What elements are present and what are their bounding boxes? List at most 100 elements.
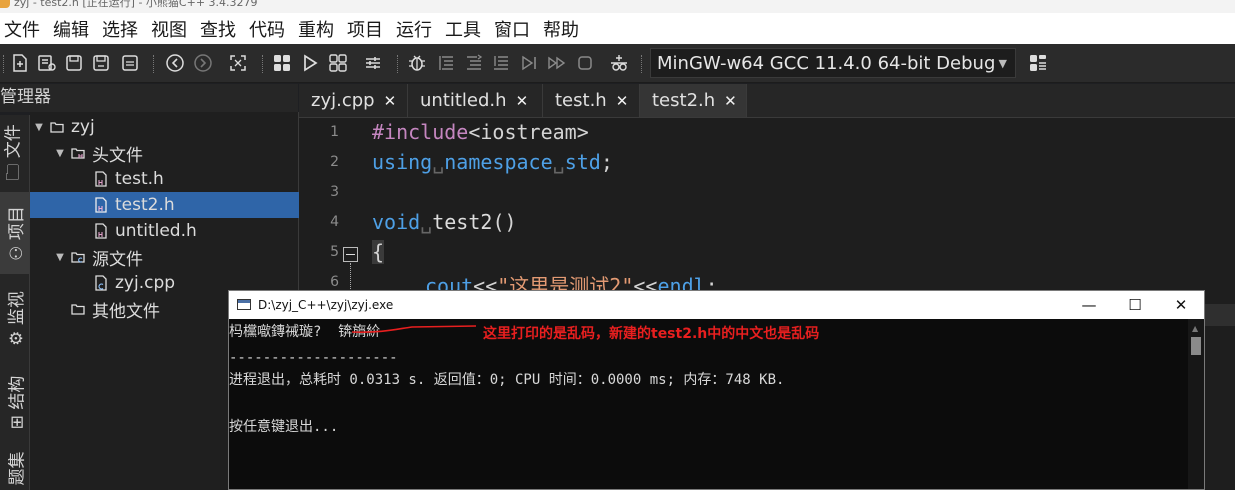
continue-icon[interactable]: [547, 53, 567, 73]
options-icon[interactable]: [363, 53, 383, 73]
back-icon[interactable]: [165, 53, 185, 73]
space-marker: ␣: [420, 210, 433, 234]
keyword: void: [372, 210, 421, 234]
rail-tab-watch[interactable]: ⚙ 监视: [0, 278, 29, 358]
editor-side-panel: [1205, 304, 1235, 326]
tab-test-h[interactable]: test.h ✕: [543, 84, 640, 117]
close-icon[interactable]: ✕: [384, 92, 397, 110]
minimize-icon: —: [1081, 296, 1097, 314]
menu-tools[interactable]: 工具: [445, 16, 481, 42]
keyword: using: [372, 150, 433, 174]
run-to-cursor-icon[interactable]: [519, 53, 539, 73]
minimize-button[interactable]: —: [1066, 291, 1112, 319]
compiler-select-value: MinGW-w64 GCC 11.4.0 64-bit Debug: [657, 53, 996, 74]
menu-window[interactable]: 窗口: [494, 16, 530, 42]
rail-tab-structure[interactable]: ⊞ 结构: [0, 362, 29, 442]
menu-search[interactable]: 查找: [200, 16, 236, 42]
maximize-button[interactable]: ☐: [1112, 291, 1158, 319]
save-all-icon[interactable]: [120, 53, 140, 73]
compiler-select[interactable]: MinGW-w64 GCC 11.4.0 64-bit Debug ▼: [650, 48, 1016, 78]
rail-tab-project[interactable]: ⚇ 项目: [0, 192, 29, 274]
console-title: D:\zyj_C++\zyj\zyj.exe: [258, 298, 394, 312]
header-file-icon: [94, 197, 108, 213]
tree-node-label: untitled.h: [115, 221, 197, 241]
tree-node-label: 源文件: [92, 249, 143, 270]
forward-icon[interactable]: [193, 53, 213, 73]
close-icon[interactable]: ✕: [516, 92, 529, 110]
rail-tab-files[interactable]: 🗀 文件: [0, 115, 29, 190]
tree-node-project[interactable]: ▼ zyj: [30, 114, 293, 140]
menu-run[interactable]: 运行: [396, 16, 432, 42]
menu-project[interactable]: 项目: [347, 16, 383, 42]
close-button[interactable]: ✕: [1158, 291, 1204, 319]
window-title: zyj - test2.h [正在运行] - 小熊猫C++ 3.4.3279: [14, 0, 258, 9]
compile-icon[interactable]: [272, 53, 292, 73]
main-toolbar: MinGW-w64 GCC 11.4.0 64-bit Debug ▼: [0, 44, 1235, 83]
fold-guide: [350, 263, 352, 291]
toolbar-separator: [397, 55, 398, 73]
app-icon: [0, 0, 10, 8]
console-scrollbar[interactable]: ▲: [1188, 319, 1204, 489]
step-out-icon[interactable]: [491, 53, 511, 73]
line-number: 6: [330, 274, 339, 290]
tab-test2-h[interactable]: test2.h ✕: [640, 84, 747, 117]
tab-label: zyj.cpp: [311, 90, 375, 111]
menu-file[interactable]: 文件: [4, 16, 40, 42]
save-as-icon[interactable]: [91, 53, 111, 73]
rail-tab-structure-label: ⊞ 结构: [7, 375, 27, 429]
debug-icon[interactable]: [407, 53, 427, 73]
menu-code[interactable]: 代码: [249, 16, 285, 42]
tree-node-label: 其他文件: [92, 301, 160, 322]
chevron-down-icon[interactable]: ▼: [54, 252, 66, 263]
tab-label: untitled.h: [420, 90, 507, 111]
step-over-icon[interactable]: [437, 53, 457, 73]
compiler-options-icon[interactable]: [1028, 53, 1048, 73]
rail-tab-problems[interactable]: 题集: [0, 446, 29, 490]
console-titlebar[interactable]: D:\zyj_C++\zyj\zyj.exe — ☐ ✕: [229, 291, 1204, 319]
menu-select[interactable]: 选择: [102, 16, 138, 42]
menu-edit[interactable]: 编辑: [53, 16, 89, 42]
new-file-icon[interactable]: [10, 53, 30, 73]
console-window[interactable]: D:\zyj_C++\zyj\zyj.exe — ☐ ✕ 杩欓噷鏄祴璇? 锛旓紒…: [228, 290, 1205, 490]
menu-bar: 文件 编辑 选择 视图 查找 代码 重构 项目 运行 工具 窗口 帮助: [0, 13, 1235, 44]
new-project-icon[interactable]: [37, 53, 57, 73]
close-icon[interactable]: ✕: [616, 92, 629, 110]
fold-marker-icon[interactable]: [343, 247, 358, 262]
tree-node-sources[interactable]: ▼ 源文件: [30, 244, 314, 270]
run-icon[interactable]: [300, 53, 320, 73]
line-number: 3: [330, 184, 339, 200]
add-watch-icon[interactable]: [609, 53, 629, 73]
include-target: <iostream>: [468, 120, 589, 144]
close-icon[interactable]: ✕: [724, 92, 737, 110]
menu-view[interactable]: 视图: [151, 16, 187, 42]
cpp-file-icon: [94, 275, 108, 291]
chevron-down-icon[interactable]: ▼: [54, 148, 66, 159]
header-file-icon: [94, 223, 108, 239]
scrollbar-thumb[interactable]: [1191, 337, 1201, 355]
code-line-1: #include<iostream>: [372, 120, 589, 144]
close-icon: ✕: [1174, 296, 1188, 314]
code-line-2: using␣namespace␣std;: [372, 150, 613, 174]
step-into-icon[interactable]: [464, 53, 484, 73]
save-icon[interactable]: [64, 53, 84, 73]
punctuation: (): [492, 210, 517, 234]
line-number: 5: [330, 244, 339, 260]
code-line-5: {: [372, 240, 385, 264]
chevron-down-icon[interactable]: ▼: [33, 122, 45, 133]
rail-tab-project-label: ⚇ 项目: [7, 205, 27, 261]
fullscreen-icon[interactable]: [228, 53, 248, 73]
rail-tab-watch-label: ⚙ 监视: [7, 290, 27, 346]
tab-zyj-cpp[interactable]: zyj.cpp ✕: [299, 84, 408, 117]
menu-refactor[interactable]: 重构: [298, 16, 334, 42]
line-number: 4: [330, 214, 339, 230]
manager-panel-header: 管理器: [0, 84, 298, 112]
stop-icon[interactable]: [575, 53, 595, 73]
compile-run-icon[interactable]: [328, 53, 348, 73]
keyword: namespace: [444, 150, 553, 174]
toolbar-separator: [641, 55, 642, 73]
tab-untitled-h[interactable]: untitled.h ✕: [408, 84, 543, 117]
tree-node-headers[interactable]: ▼ 头文件: [30, 140, 314, 166]
menu-help[interactable]: 帮助: [543, 16, 579, 42]
header-file-icon: [94, 171, 108, 187]
scroll-up-icon[interactable]: ▲: [1192, 324, 1198, 333]
